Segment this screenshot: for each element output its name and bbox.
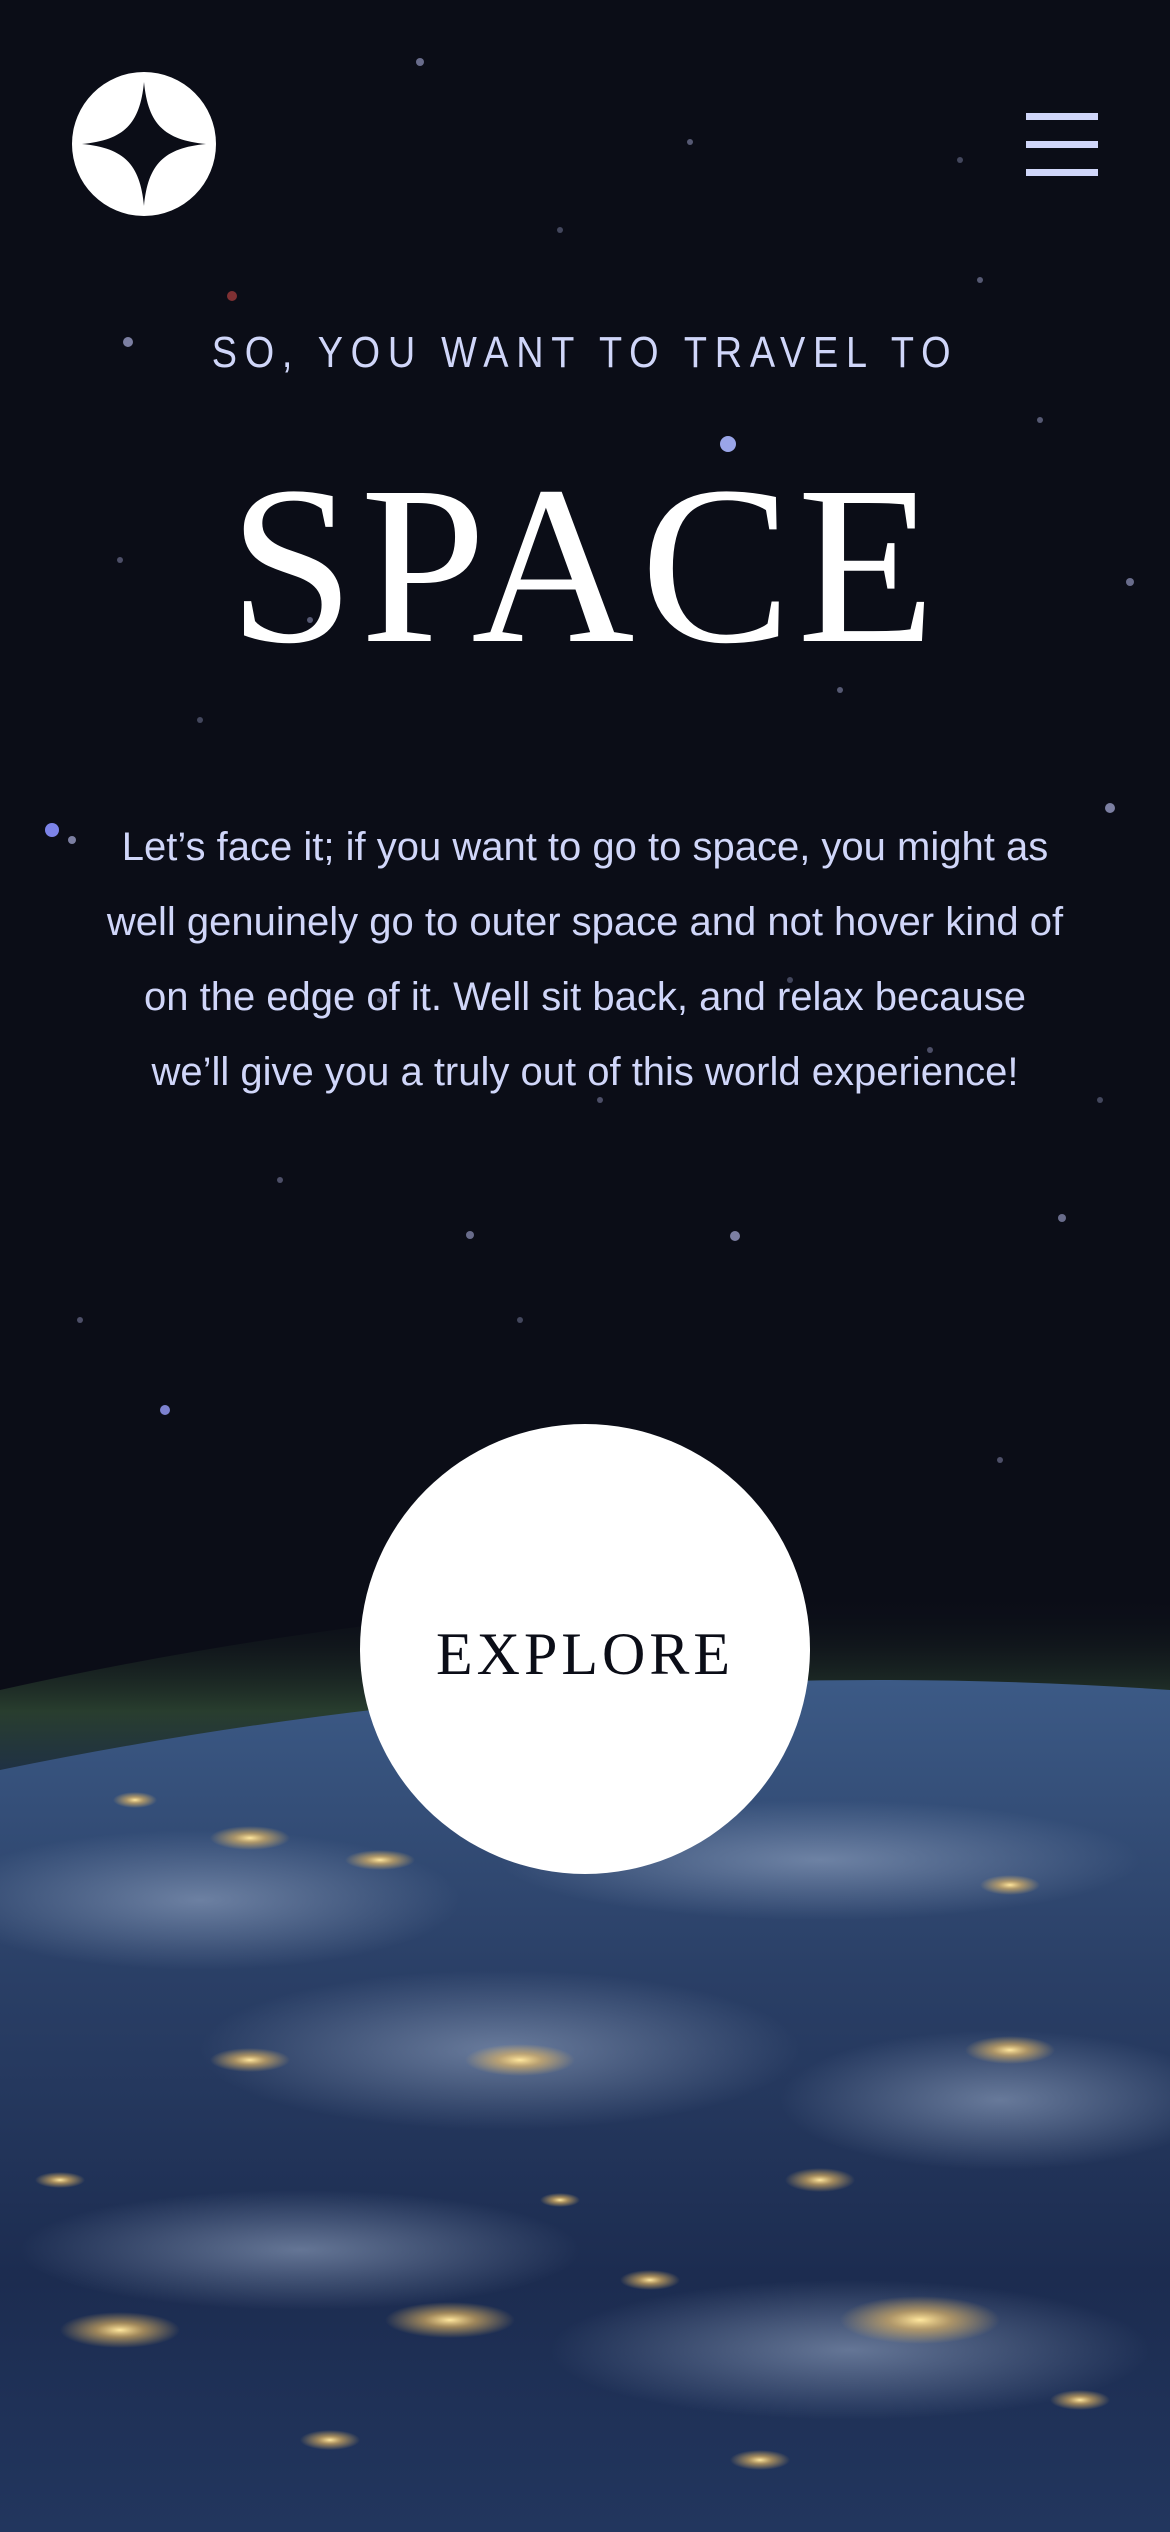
page-root: SO, YOU WANT TO TRAVEL TO SPACE Let’s fa… xyxy=(0,0,1170,2532)
hero-description: Let’s face it; if you want to go to spac… xyxy=(106,825,1064,1094)
explore-button[interactable]: EXPLORE xyxy=(360,1424,810,1874)
hamburger-menu-button[interactable] xyxy=(1012,100,1102,190)
hero-title: SPACE xyxy=(228,440,942,690)
explore-button-label: EXPLORE xyxy=(436,1621,734,1687)
hero-eyebrow: SO, YOU WANT TO TRAVEL TO xyxy=(211,328,959,377)
earth-background xyxy=(0,1593,1170,2532)
hamburger-menu-icon-bar xyxy=(1026,169,1098,176)
home-logo[interactable] xyxy=(72,72,216,216)
star-logo-icon xyxy=(82,82,206,206)
hamburger-menu-icon xyxy=(1026,113,1098,120)
hamburger-menu-icon-bar xyxy=(1026,141,1098,148)
